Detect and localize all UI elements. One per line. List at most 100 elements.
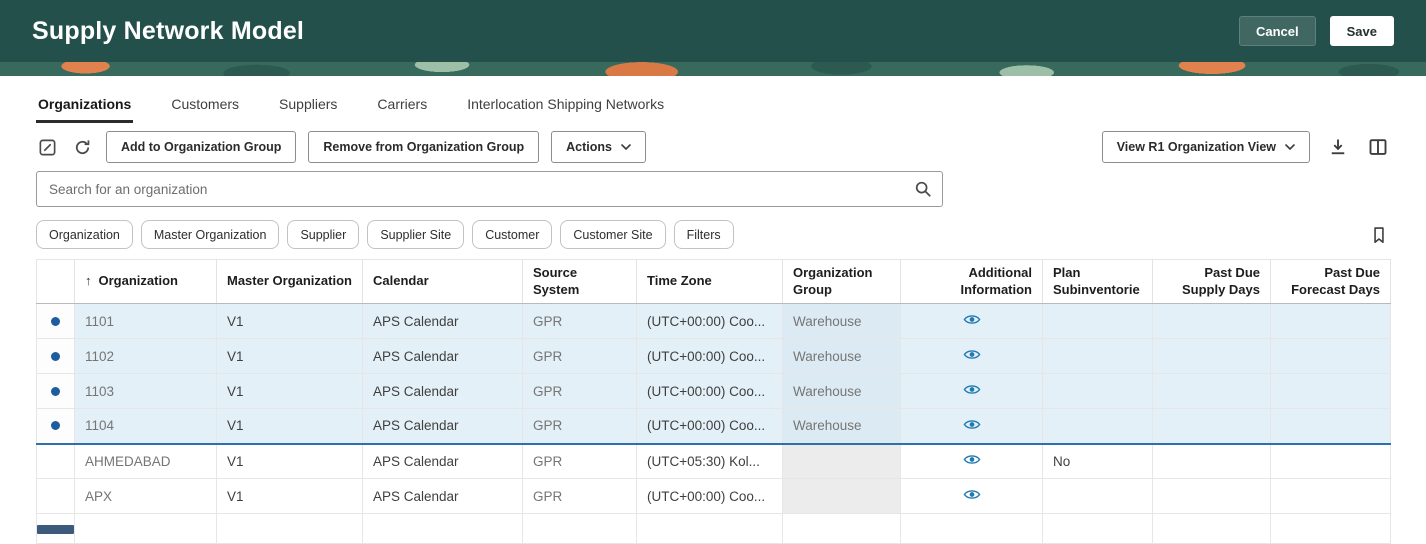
cell-plan-subinventories[interactable]: No (1043, 444, 1153, 479)
bookmark-icon[interactable] (1368, 224, 1390, 246)
cell-past-due-forecast-days[interactable] (1271, 339, 1391, 374)
tab-customers[interactable]: Customers (169, 88, 241, 123)
cell-organization[interactable]: 1102 (75, 339, 217, 374)
cell-past-due-supply-days[interactable] (1153, 409, 1271, 444)
tab-organizations[interactable]: Organizations (36, 88, 133, 123)
column-header-source-system[interactable]: Source System (523, 260, 637, 304)
column-header-past-due-forecast-days[interactable]: Past Due Forecast Days (1271, 260, 1391, 304)
cell-master-organization[interactable]: V1 (217, 374, 363, 409)
cell-time-zone[interactable]: (UTC+05:30) Kol... (637, 444, 783, 479)
actions-menu-button[interactable]: Actions (551, 131, 646, 163)
row-selector-cell[interactable] (37, 374, 75, 409)
cell-organization[interactable]: 1101 (75, 304, 217, 339)
table-row[interactable]: APX V1 APS Calendar GPR (UTC+00:00) Coo.… (37, 479, 1391, 514)
search-input[interactable] (37, 182, 912, 197)
chip-supplier[interactable]: Supplier (287, 220, 359, 249)
search-icon[interactable] (912, 178, 942, 200)
row-selector-cell[interactable] (37, 304, 75, 339)
cell-past-due-forecast-days[interactable] (1271, 514, 1391, 544)
cell-calendar[interactable]: APS Calendar (363, 304, 523, 339)
chip-organization[interactable]: Organization (36, 220, 133, 249)
cell-source-system[interactable]: GPR (523, 479, 637, 514)
cell-time-zone[interactable] (637, 514, 783, 544)
cell-past-due-supply-days[interactable] (1153, 479, 1271, 514)
cell-organization[interactable] (75, 514, 217, 544)
cell-plan-subinventories[interactable] (1043, 339, 1153, 374)
cell-additional-information[interactable] (901, 514, 1043, 544)
tab-carriers[interactable]: Carriers (375, 88, 429, 123)
column-header-time-zone[interactable]: Time Zone (637, 260, 783, 304)
cell-time-zone[interactable]: (UTC+00:00) Coo... (637, 339, 783, 374)
cell-master-organization[interactable]: V1 (217, 444, 363, 479)
cell-organization[interactable]: 1103 (75, 374, 217, 409)
cell-organization-group[interactable]: Warehouse (783, 339, 901, 374)
cell-organization[interactable]: AHMEDABAD (75, 444, 217, 479)
cell-master-organization[interactable]: V1 (217, 409, 363, 444)
table-row[interactable]: 1102 V1 APS Calendar GPR (UTC+00:00) Coo… (37, 339, 1391, 374)
cell-calendar[interactable]: APS Calendar (363, 479, 523, 514)
chip-customer[interactable]: Customer (472, 220, 552, 249)
table-row[interactable]: AHMEDABAD V1 APS Calendar GPR (UTC+05:30… (37, 444, 1391, 479)
column-header-organization[interactable]: ↑Organization (75, 260, 217, 304)
eye-icon[interactable] (963, 313, 981, 326)
cell-plan-subinventories[interactable] (1043, 374, 1153, 409)
row-selector-cell[interactable] (37, 479, 75, 514)
cell-organization[interactable]: APX (75, 479, 217, 514)
save-button[interactable]: Save (1330, 16, 1394, 46)
cell-past-due-forecast-days[interactable] (1271, 304, 1391, 339)
row-selector-cell[interactable] (37, 409, 75, 444)
chip-master-organization[interactable]: Master Organization (141, 220, 280, 249)
column-header-calendar[interactable]: Calendar (363, 260, 523, 304)
cell-master-organization[interactable]: V1 (217, 479, 363, 514)
refresh-icon[interactable] (71, 136, 94, 159)
row-selector-cell[interactable] (37, 514, 75, 544)
horizontal-scrollbar-thumb[interactable] (37, 525, 74, 534)
chip-supplier-site[interactable]: Supplier Site (367, 220, 464, 249)
cell-organization-group[interactable]: Warehouse (783, 374, 901, 409)
cell-plan-subinventories[interactable] (1043, 514, 1153, 544)
eye-icon[interactable] (963, 383, 981, 396)
eye-icon[interactable] (963, 488, 981, 501)
cell-past-due-forecast-days[interactable] (1271, 374, 1391, 409)
cell-time-zone[interactable]: (UTC+00:00) Coo... (637, 409, 783, 444)
row-selector-cell[interactable] (37, 339, 75, 374)
cell-calendar[interactable]: APS Calendar (363, 339, 523, 374)
export-icon[interactable] (1326, 135, 1350, 159)
cell-master-organization[interactable]: V1 (217, 304, 363, 339)
tab-interlocation-shipping-networks[interactable]: Interlocation Shipping Networks (465, 88, 666, 123)
cancel-button[interactable]: Cancel (1239, 16, 1316, 46)
add-to-organization-group-button[interactable]: Add to Organization Group (106, 131, 296, 163)
remove-from-organization-group-button[interactable]: Remove from Organization Group (308, 131, 539, 163)
cell-calendar[interactable]: APS Calendar (363, 409, 523, 444)
cell-master-organization[interactable]: V1 (217, 339, 363, 374)
cell-time-zone[interactable]: (UTC+00:00) Coo... (637, 304, 783, 339)
table-row-partial[interactable] (37, 514, 1391, 544)
cell-past-due-forecast-days[interactable] (1271, 479, 1391, 514)
column-header-past-due-supply-days[interactable]: Past Due Supply Days (1153, 260, 1271, 304)
cell-calendar[interactable]: APS Calendar (363, 444, 523, 479)
select-all-header-cell[interactable] (37, 260, 75, 304)
cell-source-system[interactable]: GPR (523, 444, 637, 479)
column-header-master-organization[interactable]: Master Organization (217, 260, 363, 304)
cell-organization-group[interactable]: Warehouse (783, 409, 901, 444)
eye-icon[interactable] (963, 348, 981, 361)
cell-past-due-supply-days[interactable] (1153, 514, 1271, 544)
cell-source-system[interactable]: GPR (523, 304, 637, 339)
cell-plan-subinventories[interactable] (1043, 304, 1153, 339)
cell-organization-group[interactable]: Warehouse (783, 304, 901, 339)
table-row[interactable]: 1103 V1 APS Calendar GPR (UTC+00:00) Coo… (37, 374, 1391, 409)
cell-source-system[interactable]: GPR (523, 339, 637, 374)
table-row[interactable]: 1101 V1 APS Calendar GPR (UTC+00:00) Coo… (37, 304, 1391, 339)
cell-calendar[interactable]: APS Calendar (363, 374, 523, 409)
view-selector-button[interactable]: View R1 Organization View (1102, 131, 1310, 163)
sort-ascending-icon[interactable]: ↑ (85, 273, 92, 288)
cell-source-system[interactable] (523, 514, 637, 544)
eye-icon[interactable] (963, 453, 981, 466)
cell-time-zone[interactable]: (UTC+00:00) Coo... (637, 479, 783, 514)
cell-past-due-supply-days[interactable] (1153, 339, 1271, 374)
tab-suppliers[interactable]: Suppliers (277, 88, 339, 123)
table-row[interactable]: 1104 V1 APS Calendar GPR (UTC+00:00) Coo… (37, 409, 1391, 444)
cell-time-zone[interactable]: (UTC+00:00) Coo... (637, 374, 783, 409)
column-header-additional-information[interactable]: Additional Information (901, 260, 1043, 304)
column-header-organization-group[interactable]: Organization Group (783, 260, 901, 304)
